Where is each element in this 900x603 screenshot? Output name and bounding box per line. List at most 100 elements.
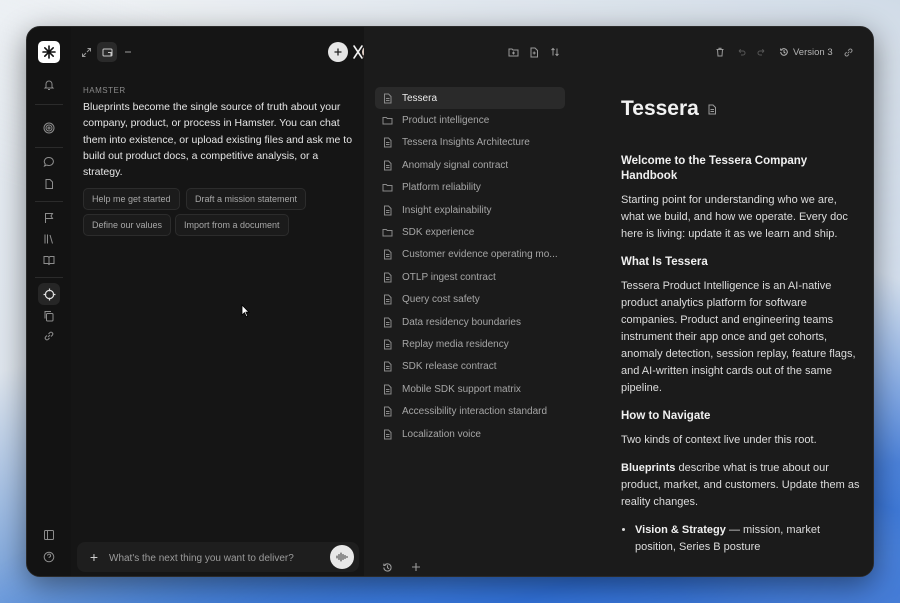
version-label: Version 3 — [793, 46, 833, 58]
tree-item[interactable]: Tessera Insights Architecture — [375, 132, 565, 154]
copy-icon[interactable] — [39, 306, 59, 326]
logo-icon[interactable] — [38, 41, 60, 63]
tree-item-label: Query cost safety — [402, 294, 480, 306]
tree-item-label: SDK release contract — [402, 361, 497, 373]
share-link-icon[interactable] — [840, 44, 856, 60]
list-item: Vision & Strategy — mission, market posi… — [635, 522, 863, 556]
tree-item[interactable]: Mobile SDK support matrix — [375, 378, 565, 400]
document-icon — [382, 317, 393, 328]
tree-item[interactable]: Anomaly signal contract — [375, 154, 565, 176]
panel-toggle-icon[interactable] — [97, 42, 117, 62]
document-icon — [382, 406, 393, 417]
blueprints-term: Blueprints — [621, 462, 676, 474]
chat-panel: HAMSTER Blueprints become the single sou… — [71, 27, 374, 576]
chat-input[interactable] — [107, 547, 326, 569]
document-icon — [382, 205, 393, 216]
tree-item[interactable]: OTLP ingest contract — [375, 266, 565, 288]
undo-icon[interactable] — [733, 44, 749, 60]
expand-icon[interactable] — [76, 42, 96, 62]
tree-item[interactable]: Tessera — [375, 87, 565, 110]
bell-icon[interactable] — [39, 75, 59, 95]
tree-item[interactable]: Insight explainability — [375, 199, 565, 221]
suggestion-import-document[interactable]: Import from a document — [175, 214, 289, 236]
tree-item-label: Tessera — [402, 92, 438, 104]
new-chat-button[interactable] — [328, 42, 348, 62]
add-item-icon[interactable] — [409, 560, 423, 574]
layout-icon[interactable] — [39, 525, 59, 545]
crosshair-icon[interactable] — [38, 283, 60, 305]
navigate-paragraph: Two kinds of context live under this roo… — [621, 434, 817, 446]
document-icon — [382, 249, 393, 260]
chat-bubble-icon[interactable] — [39, 152, 59, 172]
sidebar-rail — [27, 27, 71, 576]
suggestion-help-me-get-started[interactable]: Help me get started — [83, 188, 180, 210]
blueprint-tree: Tessera Product intelligence Tessera Insig… — [375, 87, 565, 445]
chat-composer: + — [77, 542, 359, 572]
welcome-heading: Welcome to the Tessera Company Handbook — [621, 155, 808, 182]
document-icon — [382, 429, 393, 440]
document-icon — [382, 384, 393, 395]
doc-icon — [708, 104, 716, 114]
flag-icon[interactable] — [39, 208, 59, 228]
library-icon[interactable] — [39, 229, 59, 249]
voice-input-button[interactable] — [330, 545, 354, 569]
document-title-row: Tessera — [621, 97, 863, 121]
tree-item-label: Tessera Insights Architecture — [402, 137, 530, 149]
tree-item-label: Anomaly signal contract — [402, 159, 509, 171]
tree-item[interactable]: Replay media residency — [375, 333, 565, 355]
tree-item[interactable]: Product intelligence — [375, 109, 565, 131]
redo-icon[interactable] — [754, 44, 770, 60]
sort-icon[interactable] — [547, 44, 563, 60]
document-icon — [382, 361, 393, 372]
suggestion-define-values[interactable]: Define our values — [83, 214, 172, 236]
attach-plus-icon[interactable]: + — [85, 548, 103, 566]
page-icon[interactable] — [39, 174, 59, 194]
blueprints-paragraph: Blueprints describe what is true about o… — [621, 460, 863, 511]
tree-item-label: Replay media residency — [402, 338, 509, 350]
new-doc-icon[interactable] — [526, 44, 542, 60]
folder-icon — [382, 115, 393, 126]
tree-item-label: Product intelligence — [402, 115, 490, 127]
version-history-button[interactable]: Version 3 — [779, 43, 833, 61]
tree-item-label: Customer evidence operating mo... — [402, 249, 558, 261]
assistant-intro-message: Blueprints become the single source of t… — [83, 101, 353, 179]
tree-item-label: Localization voice — [402, 428, 481, 440]
trash-icon[interactable] — [712, 44, 728, 60]
document-icon — [382, 137, 393, 148]
tree-item[interactable]: Customer evidence operating mo... — [375, 244, 565, 266]
tree-item[interactable]: Localization voice — [375, 423, 565, 445]
navigate-list: Vision & Strategy — mission, market posi… — [621, 522, 863, 556]
blueprints-panel: Version 3 Tessera Product intelligence Tes… — [364, 27, 873, 576]
document-icon — [382, 294, 393, 305]
tree-item[interactable]: Data residency boundaries — [375, 311, 565, 333]
tree-item[interactable]: Platform reliability — [375, 177, 565, 199]
document-icon — [382, 272, 393, 283]
bullet-term: Vision & Strategy — [635, 524, 726, 536]
tree-item-label: Platform reliability — [402, 182, 481, 194]
welcome-paragraph: Starting point for understanding who we … — [621, 194, 848, 240]
tree-item[interactable]: Query cost safety — [375, 289, 565, 311]
mouse-cursor — [241, 304, 250, 318]
document-icon — [382, 339, 393, 350]
book-icon[interactable] — [39, 250, 59, 270]
tree-item-label: SDK experience — [402, 227, 475, 239]
help-icon[interactable] — [39, 547, 59, 567]
target-icon[interactable] — [39, 118, 59, 138]
new-folder-icon[interactable] — [505, 44, 521, 60]
navigate-heading: How to Navigate — [621, 410, 711, 422]
folder-icon — [382, 227, 393, 238]
minimize-icon[interactable] — [118, 42, 138, 62]
history-icon — [780, 48, 788, 56]
document-icon — [382, 93, 393, 104]
folder-icon — [382, 182, 393, 193]
tree-item[interactable]: Accessibility interaction standard — [375, 400, 565, 422]
suggestion-draft-mission[interactable]: Draft a mission statement — [186, 188, 307, 210]
tree-item[interactable]: SDK release contract — [375, 356, 565, 378]
tree-item-label: OTLP ingest contract — [402, 271, 496, 283]
what-is-paragraph: Tessera Product Intelligence is an AI-na… — [621, 280, 856, 394]
history-restore-icon[interactable] — [380, 560, 394, 574]
app-window: HAMSTER Blueprints become the single sou… — [26, 26, 874, 577]
tree-item-label: Accessibility interaction standard — [402, 406, 548, 418]
tree-item[interactable]: SDK experience — [375, 221, 565, 243]
link-icon[interactable] — [39, 326, 59, 346]
